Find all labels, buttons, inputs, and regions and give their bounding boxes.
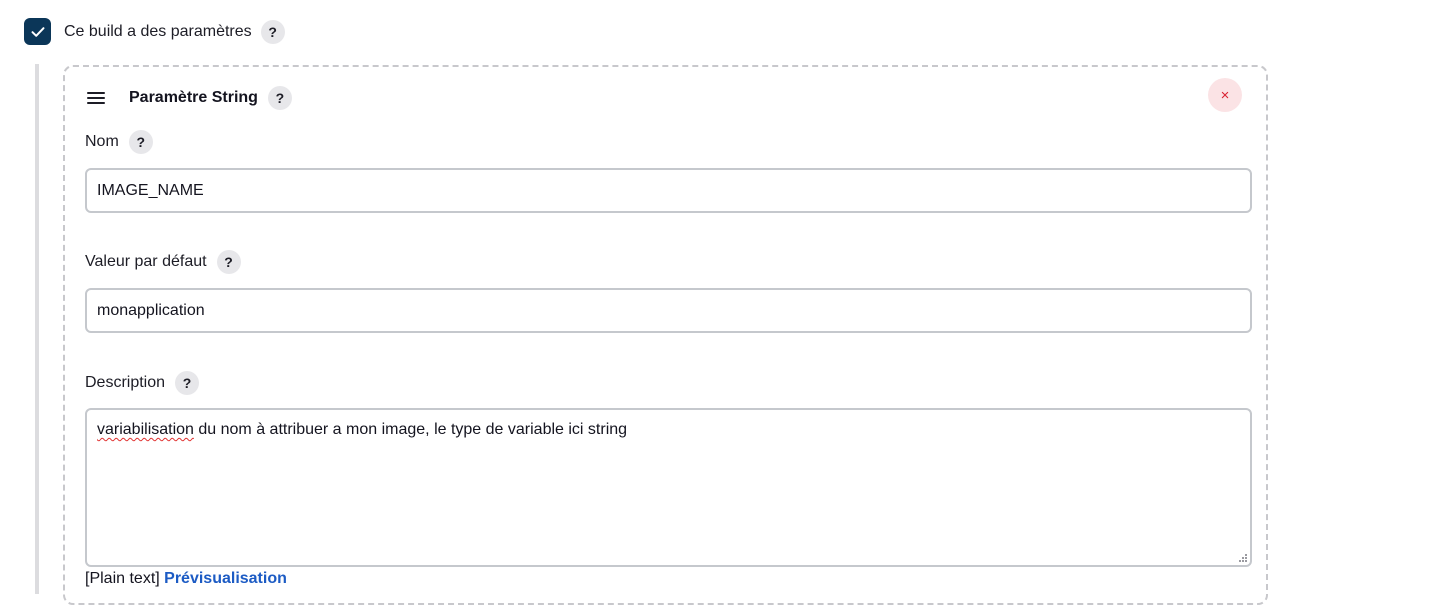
description-text: du nom à attribuer a mon image, le type … <box>193 421 628 438</box>
name-field-label-row: Nom ? <box>85 130 153 154</box>
misspelled-word: variabilisation <box>97 421 194 438</box>
default-value-label: Valeur par défaut <box>85 253 207 270</box>
parameter-help-button[interactable]: ? <box>267 86 292 110</box>
string-parameter-card: Paramètre String ? × Nom ? Valeur par dé… <box>63 65 1268 605</box>
default-value-input[interactable] <box>85 288 1252 333</box>
name-label: Nom <box>85 133 119 150</box>
parameter-title: Paramètre String <box>129 89 258 106</box>
resize-grip-icon[interactable] <box>1237 552 1247 562</box>
close-icon: × <box>1220 86 1230 104</box>
build-params-checkbox[interactable] <box>24 18 51 45</box>
description-textarea[interactable]: variabilisation du nom à attribuer a mon… <box>85 408 1252 567</box>
build-params-label: Ce build a des paramètres <box>64 22 252 40</box>
build-params-row: Ce build a des paramètres ? <box>24 18 285 45</box>
parameter-header: Paramètre String ? <box>87 84 292 112</box>
name-input[interactable] <box>85 168 1252 213</box>
format-line: [Plain text] Prévisualisation <box>85 570 287 588</box>
section-rail <box>35 64 39 594</box>
description-help-button[interactable]: ? <box>175 371 200 395</box>
drag-handle-icon[interactable] <box>87 92 105 104</box>
plain-text-label: [Plain text] <box>85 570 160 587</box>
description-label-row: Description ? <box>85 371 200 395</box>
build-params-help-button[interactable]: ? <box>260 19 285 44</box>
name-help-button[interactable]: ? <box>128 130 153 154</box>
description-label: Description <box>85 374 166 391</box>
default-value-label-row: Valeur par défaut ? <box>85 250 241 274</box>
preview-link[interactable]: Prévisualisation <box>164 570 287 587</box>
checkmark-icon <box>31 26 44 37</box>
delete-parameter-button[interactable]: × <box>1208 78 1242 112</box>
default-value-help-button[interactable]: ? <box>216 250 241 274</box>
